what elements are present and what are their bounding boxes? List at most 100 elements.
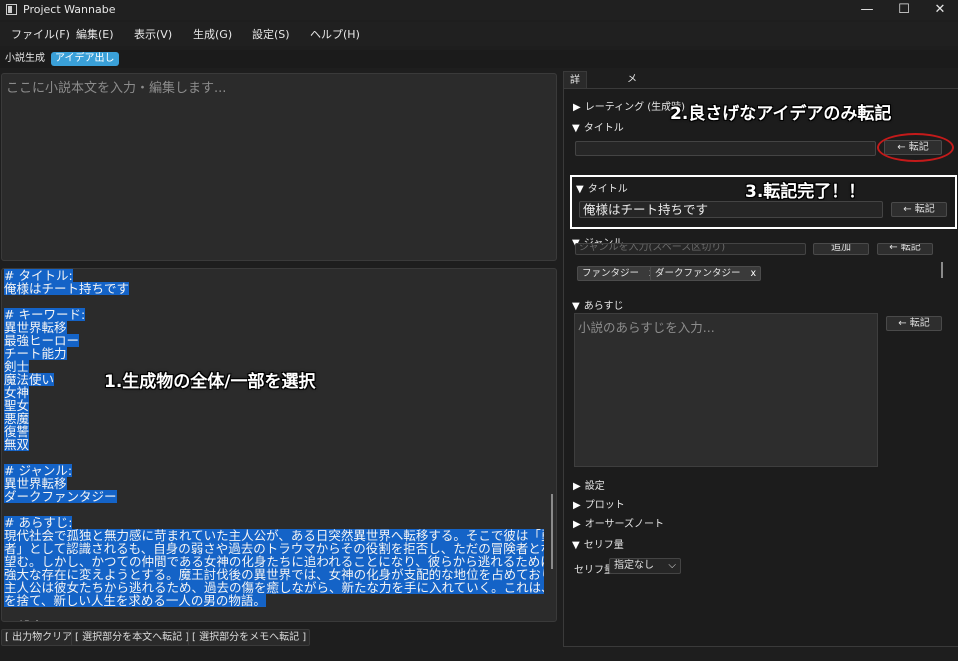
output-line: 異世界転移 (4, 321, 544, 334)
output-line-text: 魔法使い (4, 373, 55, 386)
synopsis-transfer-button[interactable]: ← 転記 (886, 316, 942, 331)
title-transfer-button-2[interactable]: ← 転記 (891, 202, 947, 217)
output-line: 主人公は彼女たちから逃れるため、過去の傷を癒しながら、新たな力を手に入れていく。… (4, 581, 544, 594)
output-line: 無双 (4, 438, 544, 451)
collapse-triangle-icon: ▼ (572, 540, 580, 551)
highlight-circle (877, 133, 954, 162)
annotation-step2: 2.良さげなアイデアのみ転記 (670, 104, 892, 124)
rating-section-header[interactable]: ▶ レーティング (生成時) (573, 98, 685, 113)
synopsis-section-header[interactable]: ▼ あらすじ (572, 297, 624, 312)
tab-memo[interactable]: メモ (621, 71, 643, 102)
title-input[interactable]: 俺様はチート持ちです (579, 201, 883, 218)
expand-triangle-icon: ▶ (573, 519, 581, 530)
output-line: # タイトル: (4, 269, 544, 282)
output-line: 望む。しかし、かつての仲間である女神の化身たちに追われることになり、彼らから逃れ… (4, 555, 544, 568)
output-line-text: # あらすじ: (4, 516, 73, 529)
transfer-selection-to-body-button[interactable]: [ 選択部分を本文へ転記 ] (71, 629, 194, 646)
tab-idea-generation[interactable]: アイデア出し (51, 52, 119, 66)
output-lines: # タイトル: 俺様はチート持ちです # キーワード: 異世界転移 最強ヒーロー チート能… (4, 269, 544, 621)
authors-note-section-header[interactable]: ▶ オーサーズノート (573, 515, 664, 530)
menu-generate[interactable]: 生成(G) (193, 26, 232, 42)
title-input-empty[interactable] (575, 141, 876, 156)
output-line: チート能力 (4, 347, 544, 360)
output-line-text: 主人公は彼女たちから逃れるため、過去の傷を癒しながら、新たな力を手に入れていく。… (4, 581, 544, 594)
collapse-triangle-icon: ▼ (572, 123, 580, 134)
output-line-text: 異世界転移 (4, 477, 67, 490)
plot-section-header[interactable]: ▶ プロット (573, 496, 625, 511)
output-line: # 設定: (4, 620, 544, 621)
genre-add-button[interactable]: 追加 (813, 243, 869, 255)
app-icon (6, 4, 17, 15)
output-line-text: 悪魔 (4, 412, 30, 425)
menu-help[interactable]: ヘルプ(H) (310, 26, 360, 42)
tag-scrollbar[interactable] (941, 262, 943, 278)
output-line-text: # 設定: (4, 620, 48, 621)
tab-details[interactable]: 詳細情報 (563, 71, 587, 137)
genre-input-placeholder: ジャンルを入力(スペース区切り) (579, 243, 726, 253)
output-line-text: 俺様はチート持ちです (4, 282, 130, 295)
title-label-2: タイトル (587, 184, 628, 195)
output-line: 復讐 (4, 425, 544, 438)
synopsis-placeholder: 小説のあらすじを入力... (578, 320, 715, 335)
menu-file[interactable]: ファイル(F) (11, 26, 70, 42)
serif-amount-value: 指定なし (614, 560, 654, 571)
novel-editor[interactable]: ここに小説本文を入力・編集します... (1, 73, 557, 261)
tag-label: ファンタジー (582, 268, 640, 279)
expand-triangle-icon: ▶ (573, 102, 581, 113)
window-title: Project Wannabe (23, 3, 116, 16)
collapse-triangle-icon: ▼ (576, 184, 584, 195)
output-line-text: 者」として認識されるも、自身の弱さや過去のトラウマからその役割を拒否し、ただの冒… (4, 542, 544, 555)
output-line-text: 復讐 (4, 425, 30, 438)
title-section-header[interactable]: ▼ タイトル (572, 119, 624, 134)
serif-section-label: セリフ量 (583, 540, 624, 551)
output-text-area[interactable]: # タイトル: 俺様はチート持ちです # キーワード: 異世界転移 最強ヒーロー チート能… (1, 268, 557, 622)
output-line: を捨て、新しい人生を求める一人の男の物語。 (4, 594, 544, 607)
output-line: # キーワード: (4, 308, 544, 321)
editor-placeholder: ここに小説本文を入力・編集します... (6, 81, 227, 96)
tag-label: ダークファンタジー (655, 268, 741, 279)
menu-view[interactable]: 表示(V) (134, 26, 172, 42)
output-line-text: を捨て、新しい人生を求める一人の男の物語。 (4, 594, 266, 607)
annotation-step1: 1.生成物の全体/一部を選択 (104, 372, 316, 392)
output-line-text: 剣士 (4, 360, 30, 373)
output-line: 者」として認識されるも、自身の弱さや過去のトラウマからその役割を拒否し、ただの冒… (4, 542, 544, 555)
title-bar: Project Wannabe — ☐ ✕ (0, 0, 958, 20)
menu-edit[interactable]: 編集(E) (76, 26, 114, 42)
output-line-text: チート能力 (4, 347, 67, 360)
output-line-text: 現代社会で孤独と無力感に苛まれていた主人公が、ある日突然異世界へ転移する。そこで… (4, 529, 544, 542)
output-line: 悪魔 (4, 412, 544, 425)
output-line: # ジャンル: (4, 464, 544, 477)
genre-input[interactable]: ジャンルを入力(スペース区切り) (575, 243, 806, 255)
settings-section-header[interactable]: ▶ 設定 (573, 477, 605, 492)
output-line: 強大な存在に変えようとする。魔王討伐後の異世界では、女神の化身が支配的な地位を占… (4, 568, 544, 581)
collapse-triangle-icon: ▼ (572, 301, 580, 312)
menu-settings[interactable]: 設定(S) (252, 26, 290, 42)
output-line: 聖女 (4, 399, 544, 412)
output-line-text: 異世界転移 (4, 321, 67, 334)
expand-triangle-icon: ▶ (573, 481, 581, 492)
close-button[interactable]: ✕ (917, 0, 958, 20)
serif-section-header[interactable]: ▼ セリフ量 (572, 536, 624, 551)
tag-remove-button[interactable]: x (751, 268, 757, 279)
synopsis-label: あらすじ (583, 301, 624, 312)
output-line: ダークファンタジー (4, 490, 544, 503)
output-line-text: 女神 (4, 386, 30, 399)
serif-amount-select[interactable]: 指定なし ⌵ (609, 558, 681, 574)
tab-novel-generation[interactable]: 小説生成 (1, 52, 49, 66)
synopsis-textarea[interactable]: 小説のあらすじを入力... (574, 313, 878, 467)
mode-bar: 小説生成 アイデア出し (0, 50, 958, 68)
output-line-text: # キーワード: (4, 308, 86, 321)
transfer-selection-to-memo-button[interactable]: [ 選択部分をメモへ転記 ] (188, 629, 311, 646)
title-label: タイトル (583, 123, 624, 134)
output-line-text: 望む。しかし、かつての仲間である女神の化身たちに追われることになり、彼らから逃れ… (4, 555, 544, 568)
output-scrollbar[interactable] (551, 494, 553, 569)
genre-tag: ダークファンタジー x (650, 266, 762, 281)
output-line-text: 最強ヒーロー (4, 334, 80, 347)
output-line-text: ダークファンタジー (4, 490, 117, 503)
genre-transfer-button[interactable]: ← 転記 (877, 243, 933, 255)
title-section-header-2[interactable]: ▼ タイトル (576, 180, 628, 195)
